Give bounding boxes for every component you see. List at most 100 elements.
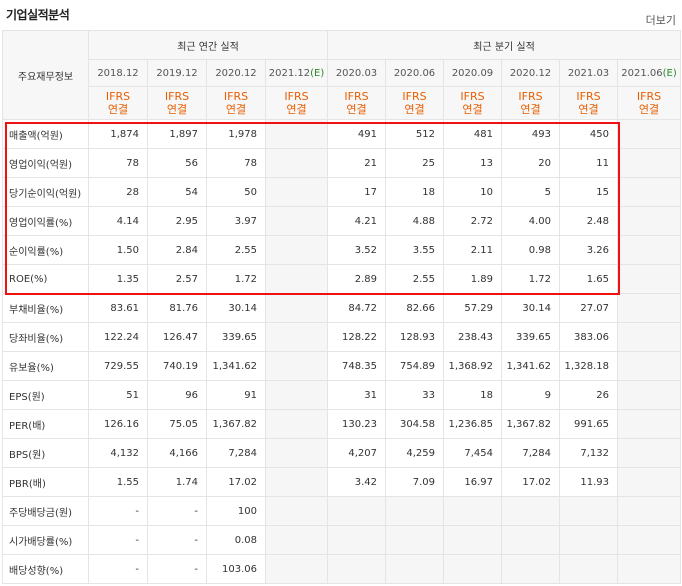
value-cell: 30.14 — [501, 293, 560, 323]
table-row: 시가배당률(%) - -0.08 — [2, 525, 682, 555]
value-cell: 2.84 — [147, 235, 207, 265]
corner-label: 주요재무정보 — [2, 30, 89, 120]
value-cell: 130.23 — [327, 409, 386, 439]
value-cell — [616, 177, 682, 207]
basis-standard: IFRS — [402, 90, 427, 103]
section-title: 기업실적분석 — [6, 8, 70, 22]
value-cell: 7,284 — [206, 438, 266, 468]
value-cell: 96 — [147, 380, 207, 410]
basis-header: IFRS 연결 — [88, 86, 148, 120]
basis-header: IFRS 연결 — [616, 86, 682, 120]
value-cell: 91 — [206, 380, 266, 410]
value-cell: 1.55 — [88, 467, 148, 497]
basis-header: IFRS 연결 — [385, 86, 444, 120]
basis-standard: IFRS — [223, 90, 249, 103]
period-header: 2021.06(E) — [616, 59, 682, 87]
basis-scope: 연결 — [404, 103, 425, 116]
basis-scope: 연결 — [578, 103, 599, 116]
row-label: 당좌비율(%) — [2, 322, 89, 352]
value-cell: 11 — [559, 148, 618, 178]
value-cell: 493 — [501, 119, 560, 149]
value-cell: 25 — [385, 148, 444, 178]
value-cell: 21 — [327, 148, 386, 178]
row-label: PBR(배) — [2, 467, 89, 497]
value-cell — [616, 438, 682, 468]
basis-header: IFRS 연결 — [443, 86, 502, 120]
table-row: 당기순이익(억원) 28 54 50 17 18 10 5 15 — [2, 177, 682, 207]
value-cell: 383.06 — [559, 322, 618, 352]
value-cell: 128.22 — [327, 322, 386, 352]
annual-group-header: 최근 연간 실적 — [88, 30, 328, 60]
value-cell: 56 — [147, 148, 207, 178]
value-cell: 7,132 — [559, 438, 618, 468]
basis-standard: IFRS — [284, 90, 309, 103]
value-cell — [443, 496, 502, 526]
value-cell: 51 — [88, 380, 148, 410]
value-cell: 13 — [443, 148, 502, 178]
financial-table: 주요재무정보 최근 연간 실적 최근 분기 실적 2018.12 2019.12 2… — [2, 30, 682, 584]
value-cell: 1,341.62 — [501, 351, 560, 381]
value-cell: 481 — [443, 119, 502, 149]
value-cell: 1,367.82 — [206, 409, 266, 439]
value-cell: 7.09 — [385, 467, 444, 497]
value-cell: 2.48 — [559, 206, 618, 236]
value-cell: 126.16 — [88, 409, 148, 439]
period-header: 2018.12 — [88, 59, 148, 87]
basis-scope: 연결 — [286, 103, 307, 116]
value-cell: 4.00 — [501, 206, 560, 236]
value-cell: 10 — [443, 177, 502, 207]
value-cell — [265, 467, 328, 497]
value-cell: 27.07 — [559, 293, 618, 323]
value-cell: 1,874 — [88, 119, 148, 149]
value-cell — [443, 554, 502, 584]
value-cell: 2.11 — [443, 235, 502, 265]
period-header: 2020.03 — [327, 59, 386, 87]
value-cell — [265, 351, 328, 381]
row-label: EPS(원) — [2, 380, 89, 410]
value-cell: 30.14 — [206, 293, 266, 323]
row-label: 주당배당금(원) — [2, 496, 89, 526]
row-label: BPS(원) — [2, 438, 89, 468]
value-cell: 7,454 — [443, 438, 502, 468]
value-cell — [559, 525, 618, 555]
basis-scope: 연결 — [638, 103, 660, 116]
value-cell — [327, 496, 386, 526]
row-label: 부채비율(%) — [2, 293, 89, 323]
value-cell — [265, 148, 328, 178]
value-cell — [443, 525, 502, 555]
basis-standard: IFRS — [518, 90, 543, 103]
value-cell: 3.55 — [385, 235, 444, 265]
value-cell: 28 — [88, 177, 148, 207]
table-row: 유보율(%) 729.55 740.19 1,341.62 748.35 754.89 1,… — [2, 351, 682, 381]
value-cell: 103.06 — [206, 554, 266, 584]
table-row: 영업이익률(%) 4.14 2.95 3.97 4.21 4.88 2.72 4.00 2.48 — [2, 206, 682, 236]
value-cell: 18 — [443, 380, 502, 410]
value-cell — [616, 409, 682, 439]
value-cell — [327, 554, 386, 584]
value-cell: 1,368.92 — [443, 351, 502, 381]
more-link[interactable]: 더보기 — [646, 12, 676, 28]
value-cell: 20 — [501, 148, 560, 178]
table-row: 영업이익(억원) 78 56 78 21 25 13 20 11 — [2, 148, 682, 178]
value-cell: 17.02 — [206, 467, 266, 497]
value-cell: 7,284 — [501, 438, 560, 468]
value-cell: 81.76 — [147, 293, 207, 323]
basis-standard: IFRS — [105, 90, 131, 103]
basis-scope: 연결 — [520, 103, 541, 116]
value-cell: - — [147, 496, 207, 526]
value-cell: - — [147, 525, 207, 555]
value-cell: 1.35 — [88, 264, 148, 294]
value-cell: - — [88, 496, 148, 526]
value-cell: 991.65 — [559, 409, 618, 439]
period-header: 2020.06 — [385, 59, 444, 87]
value-cell — [265, 264, 328, 294]
row-label: 당기순이익(억원) — [2, 177, 89, 207]
value-cell — [265, 293, 328, 323]
table-row: PBR(배) 1.55 1.74 17.02 3.42 7.09 16.97 17.02 11.… — [2, 467, 682, 497]
value-cell: 75.05 — [147, 409, 207, 439]
value-cell: 83.61 — [88, 293, 148, 323]
basis-standard: IFRS — [164, 90, 190, 103]
value-cell: 339.65 — [501, 322, 560, 352]
value-cell — [265, 322, 328, 352]
value-cell: 3.42 — [327, 467, 386, 497]
